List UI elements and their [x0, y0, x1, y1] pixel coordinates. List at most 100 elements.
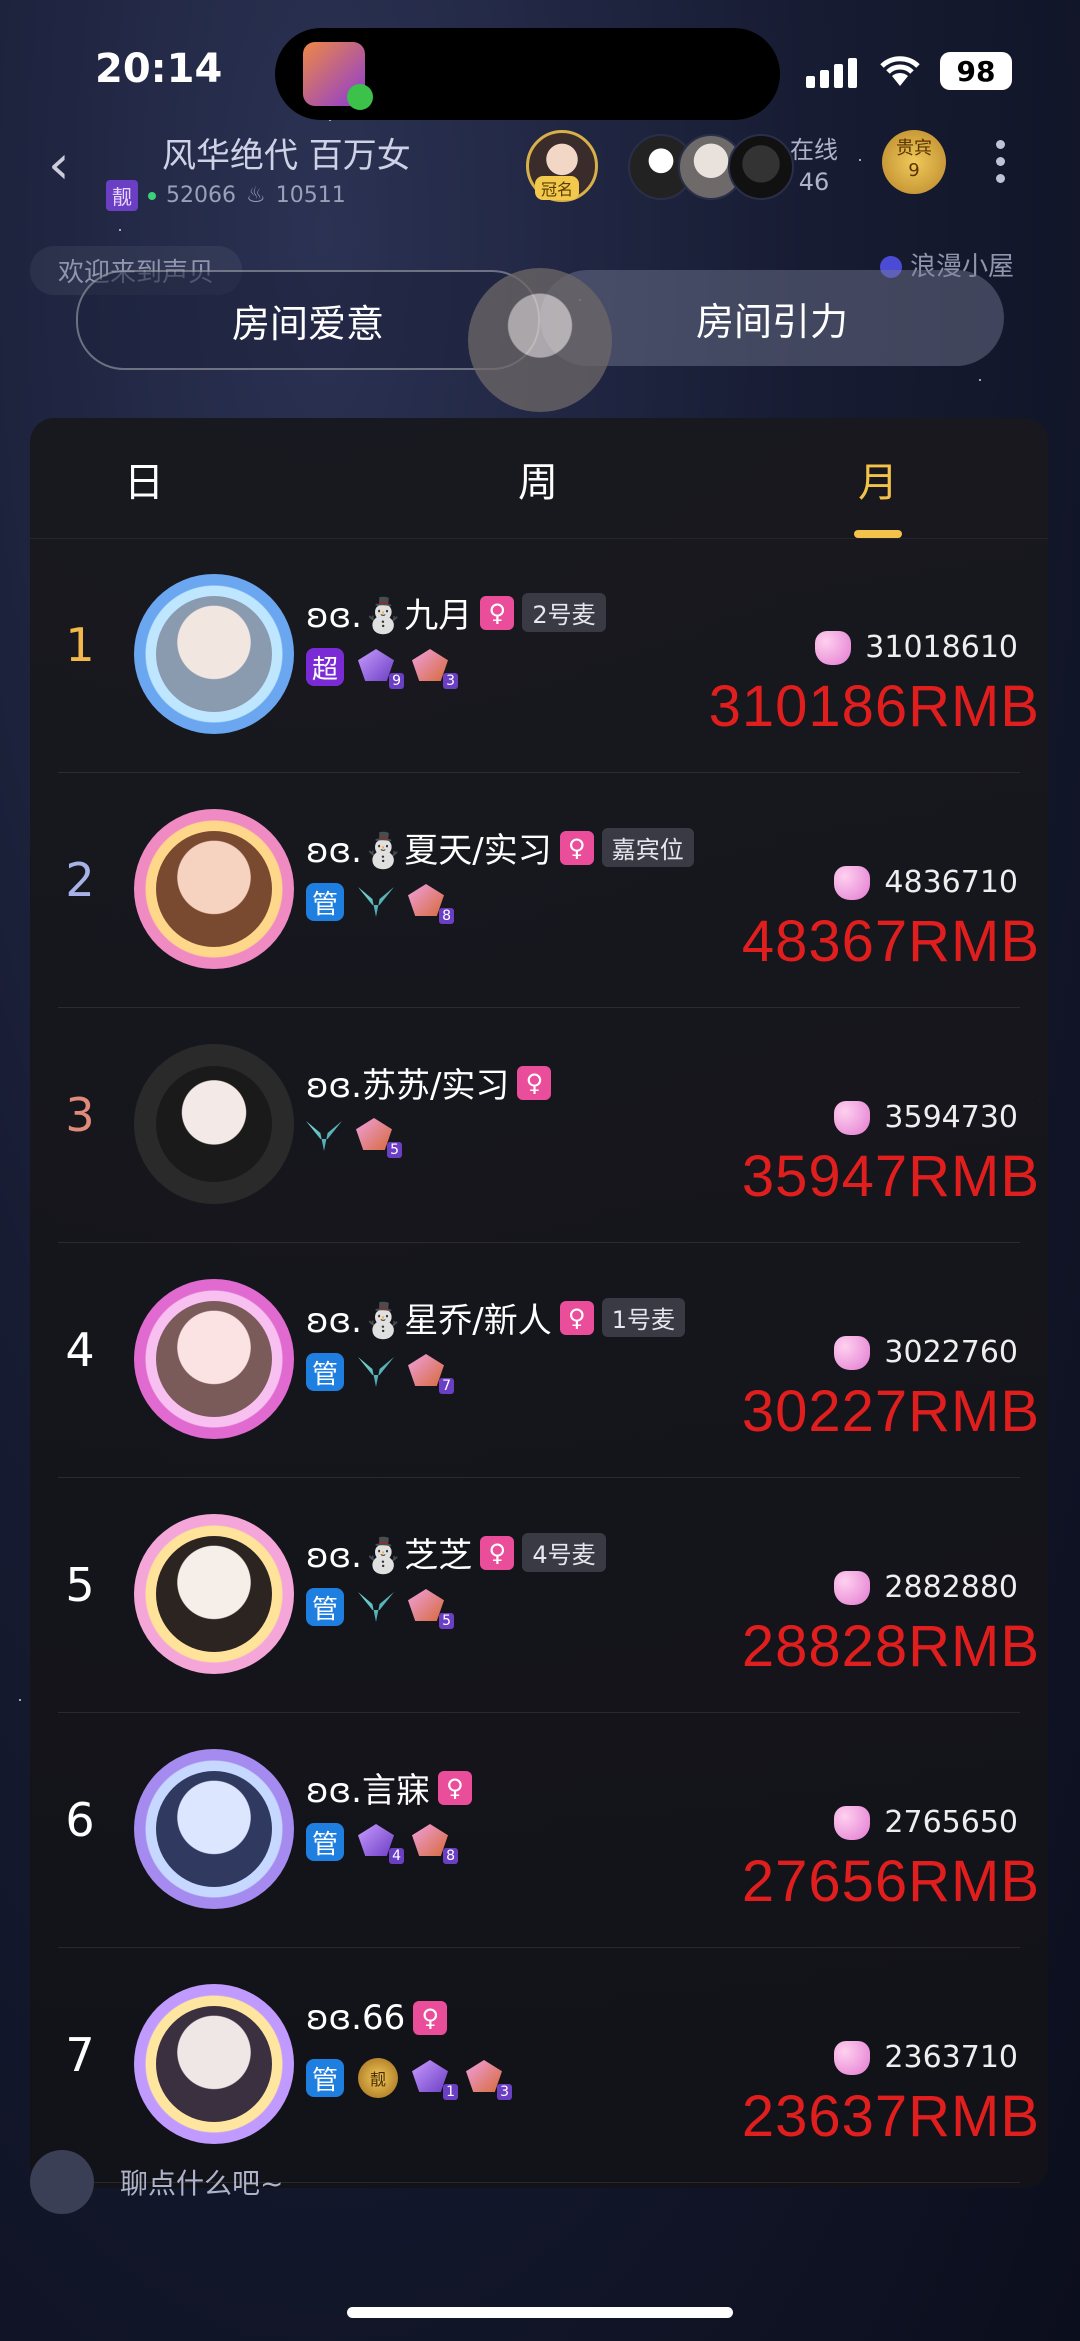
user-name: ʚɞ.⛄芝芝: [306, 1536, 473, 1576]
avatar-photo: [156, 1066, 272, 1182]
charm-level-badge: 3: [466, 2060, 512, 2100]
user-name-line: ʚɞ.⛄九月 ♀ 2号麦: [306, 588, 606, 637]
gold-level-badge: 靓: [358, 2058, 398, 2098]
dynamic-island: [275, 28, 780, 120]
ranking-row[interactable]: 6 ʚɞ.言寐 ♀ 管 4 8 2765650 27656RMB: [30, 1713, 1048, 1948]
online-dot-icon: [148, 191, 156, 200]
wealth-level-number: 1: [443, 2084, 458, 2100]
heart-icon: [834, 1100, 871, 1135]
rank-number: 7: [65, 2028, 95, 2082]
user-name-line: ʚɞ.66 ♀: [306, 1998, 448, 2038]
female-icon: ♀: [480, 1535, 515, 1570]
battery-indicator: 98: [940, 52, 1012, 90]
wifi-icon: [880, 56, 920, 86]
mic-seat-label: 嘉宾位: [601, 828, 694, 867]
vip-guest-button[interactable]: 贵宾 9: [882, 130, 946, 194]
female-icon: ♀: [517, 1065, 552, 1100]
wealth-level-number: 9: [389, 673, 404, 689]
heart-score: 2765650: [834, 1805, 1018, 1840]
crown-label: 冠名: [535, 176, 580, 200]
user-name: ʚɞ.⛄九月: [306, 596, 473, 636]
super-badge: 超: [306, 648, 344, 686]
charm-level-badge: 5: [356, 1118, 402, 1158]
avatar-photo: [156, 2006, 272, 2122]
wealth-level-badge: 4: [358, 1824, 404, 1864]
more-options-icon[interactable]: [996, 140, 1005, 183]
user-name-line: ʚɞ.苏苏/实习 ♀: [306, 1058, 552, 1107]
charm-level-number: 3: [497, 2084, 512, 2100]
ranking-type-toggle: 房间爱意 房间引力: [76, 268, 1004, 412]
user-avatar[interactable]: [134, 809, 294, 969]
user-name: ʚɞ.言寐: [306, 1771, 430, 1811]
ranking-panel: 日 周 月 1 ʚɞ.⛄九月 ♀ 2号麦 超 9 3 31018610 310186…: [30, 418, 1048, 2188]
user-avatar[interactable]: [134, 1984, 294, 2144]
charm-level-number: 5: [387, 1142, 402, 1158]
ranking-row[interactable]: 2 ʚɞ.⛄夏天/实习 ♀ 嘉宾位 管8 4836710 48367RMB: [30, 773, 1048, 1008]
heart-score: 2363710: [834, 2040, 1018, 2075]
ranking-row[interactable]: 4 ʚɞ.⛄星乔/新人 ♀ 1号麦 管7 3022760 30227RMB: [30, 1243, 1048, 1478]
female-icon: ♀: [480, 595, 515, 630]
ranking-row[interactable]: 5 ʚɞ.⛄芝芝 ♀ 4号麦 管5 2882880 28828RMB: [30, 1478, 1048, 1713]
cellular-signal-icon: [806, 58, 857, 88]
rmb-value: 310186RMB: [708, 674, 1040, 739]
chat-input[interactable]: 聊点什么吧~: [120, 2162, 283, 2202]
heart-score: 3594730: [834, 1100, 1018, 1135]
heart-score: 31018610: [815, 630, 1018, 665]
female-icon: ♀: [437, 1770, 472, 1805]
user-avatar[interactable]: [134, 1514, 294, 1674]
tab-week[interactable]: 周: [518, 450, 558, 508]
charm-level-badge: 3: [412, 649, 458, 689]
user-name-line: ʚɞ.⛄芝芝 ♀ 4号麦: [306, 1528, 606, 1577]
ranking-row[interactable]: 7 ʚɞ.66 ♀ 管靓 1 3 2363710 23637RMB: [30, 1948, 1048, 2183]
tab-day[interactable]: 日: [124, 450, 164, 508]
vip-count: 9: [908, 160, 920, 181]
heart-value: 4836710: [884, 865, 1018, 900]
user-avatar[interactable]: [134, 1749, 294, 1909]
avatar-photo: [156, 1536, 272, 1652]
heart-score: 4836710: [834, 865, 1018, 900]
wealth-level-number: 4: [389, 1848, 404, 1864]
charm-level-badge: 8: [412, 1824, 458, 1864]
chat-input-bar: 聊点什么吧~: [0, 2150, 1080, 2230]
self-avatar[interactable]: [30, 2150, 94, 2214]
female-icon: ♀: [559, 830, 594, 865]
user-name: ʚɞ.66: [306, 1998, 406, 2038]
charm-level-badge: 5: [408, 1589, 454, 1629]
active-tab-underline: [854, 530, 902, 538]
user-name: ʚɞ.⛄星乔/新人: [306, 1301, 552, 1341]
online-label: 在线: [790, 136, 838, 164]
heart-value: 2363710: [884, 2040, 1018, 2075]
user-avatar[interactable]: [134, 1044, 294, 1204]
status-time: 20:14: [95, 46, 223, 92]
heart-icon: [834, 1805, 871, 1840]
host-avatar: [468, 268, 612, 412]
heart-icon: [834, 1335, 871, 1370]
tab-month[interactable]: 月: [858, 450, 898, 508]
user-avatar[interactable]: [134, 574, 294, 734]
rank-number: 2: [65, 853, 95, 907]
rmb-value: 23637RMB: [741, 2084, 1040, 2149]
period-tabs: 日 周 月: [30, 418, 1048, 539]
ranking-row[interactable]: 1 ʚɞ.⛄九月 ♀ 2号麦 超 9 3 31018610 310186RMB: [30, 538, 1048, 773]
user-badges: 超 9 3: [306, 648, 458, 689]
admin-badge: 管: [306, 2059, 344, 2097]
user-badges: 管7: [306, 1353, 454, 1394]
online-counter[interactable]: 在线 46: [790, 134, 838, 198]
wing-badge-icon: [358, 887, 394, 917]
fire-icon: ♨: [246, 183, 266, 208]
rmb-value: 48367RMB: [741, 909, 1040, 974]
rmb-value: 27656RMB: [741, 1849, 1040, 1914]
wealth-level-badge: 9: [358, 649, 404, 689]
user-badges: 5: [306, 1118, 402, 1158]
ranking-row[interactable]: 3 ʚɞ.苏苏/实习 ♀ 5 3594730 35947RMB: [30, 1008, 1048, 1243]
rmb-value: 35947RMB: [741, 1144, 1040, 1209]
user-avatar[interactable]: [134, 1279, 294, 1439]
online-avatars[interactable]: [628, 134, 794, 200]
room-title: 风华绝代 百万女: [162, 136, 411, 176]
charm-level-badge: 7: [408, 1354, 454, 1394]
heart-icon: [834, 1570, 871, 1605]
back-icon[interactable]: ‹: [48, 138, 88, 192]
mic-seat-label: 1号麦: [601, 1298, 686, 1337]
home-indicator[interactable]: [347, 2307, 733, 2318]
room-id: 52066: [166, 183, 236, 208]
